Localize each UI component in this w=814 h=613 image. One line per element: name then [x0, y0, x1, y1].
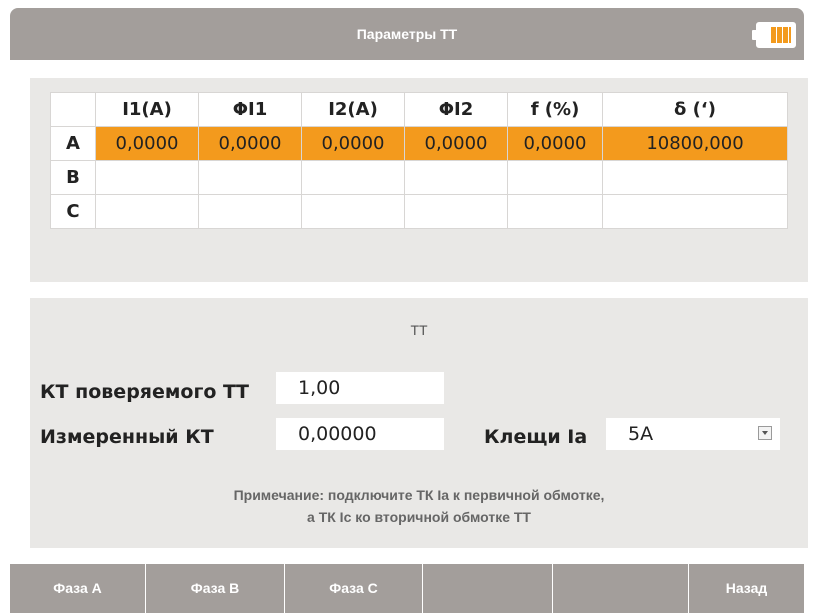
battery-nub: [752, 30, 756, 40]
cell-f: [507, 194, 603, 229]
measured-kt-label: Измеренный КТ: [40, 426, 214, 448]
cell-delta: 10800,000: [602, 126, 788, 161]
cell-i1: 0,0000: [95, 126, 199, 161]
title-bar: Параметры ТТ: [10, 8, 804, 60]
cell-i2: [301, 194, 405, 229]
back-button[interactable]: Назад: [689, 564, 804, 613]
table-row-phase-c[interactable]: C: [50, 194, 788, 229]
column-header-phase: [50, 92, 96, 127]
column-header-phi-i2: ΦI2: [404, 92, 508, 127]
kt-input[interactable]: 1,00: [276, 372, 444, 404]
row-label: C: [50, 194, 96, 229]
clamp-select[interactable]: 5A: [606, 418, 780, 450]
cell-phi-i2: [404, 194, 508, 229]
table-row-phase-b[interactable]: B: [50, 160, 788, 195]
cell-phi-i2: [404, 160, 508, 195]
cell-delta: [602, 160, 788, 195]
bottom-toolbar: Фаза А Фаза В Фаза С Назад: [10, 564, 804, 613]
row-label: B: [50, 160, 96, 195]
note-text: Примечание: подключите ТК Ia к первичной…: [30, 484, 808, 528]
battery-level: [771, 27, 791, 43]
column-header-i2: I2(A): [301, 92, 405, 127]
empty-button-5[interactable]: [553, 564, 689, 613]
measured-kt-field: 0,00000: [276, 418, 444, 450]
empty-button-4[interactable]: [423, 564, 553, 613]
clamp-select-value: 5A: [628, 423, 654, 445]
column-header-phi-i1: ΦI1: [198, 92, 302, 127]
table-row-phase-a[interactable]: A 0,0000 0,0000 0,0000 0,0000 0,0000 108…: [50, 126, 788, 161]
column-header-delta: δ (‘): [602, 92, 788, 127]
cell-f: [507, 160, 603, 195]
cell-i1: [95, 160, 199, 195]
phase-b-button[interactable]: Фаза В: [146, 564, 285, 613]
column-header-f: f (%): [507, 92, 603, 127]
page-title: Параметры ТТ: [356, 26, 458, 42]
cell-delta: [602, 194, 788, 229]
row-label: A: [50, 126, 96, 161]
phase-a-button[interactable]: Фаза А: [10, 564, 146, 613]
note-line-1: Примечание: подключите ТК Ia к первичной…: [233, 487, 605, 503]
note-line-2: а ТК Ic ко вторичной обмотке ТТ: [307, 509, 531, 525]
parameters-table: I1(A) ΦI1 I2(A) ΦI2 f (%) δ (‘) A 0,0000…: [50, 92, 788, 229]
cell-phi-i1: 0,0000: [198, 126, 302, 161]
table-header-row: I1(A) ΦI1 I2(A) ΦI2 f (%) δ (‘): [50, 92, 788, 127]
column-header-i1: I1(A): [95, 92, 199, 127]
cell-i1: [95, 194, 199, 229]
clamp-label: Клещи Ia: [484, 426, 588, 448]
cell-i2: [301, 160, 405, 195]
kt-label: КТ поверяемого ТТ: [40, 381, 249, 403]
cell-phi-i1: [198, 194, 302, 229]
dropdown-arrow-icon[interactable]: [758, 426, 772, 440]
device-screen: Параметры ТТ I1(A) ΦI1 I2(A) ΦI2 f (%) δ…: [0, 0, 814, 613]
cell-phi-i2: 0,0000: [404, 126, 508, 161]
cell-i2: 0,0000: [301, 126, 405, 161]
cell-f: 0,0000: [507, 126, 603, 161]
phase-c-button[interactable]: Фаза С: [285, 564, 423, 613]
battery-icon: [752, 22, 796, 48]
cell-phi-i1: [198, 160, 302, 195]
tt-section-title: ТТ: [410, 322, 428, 338]
